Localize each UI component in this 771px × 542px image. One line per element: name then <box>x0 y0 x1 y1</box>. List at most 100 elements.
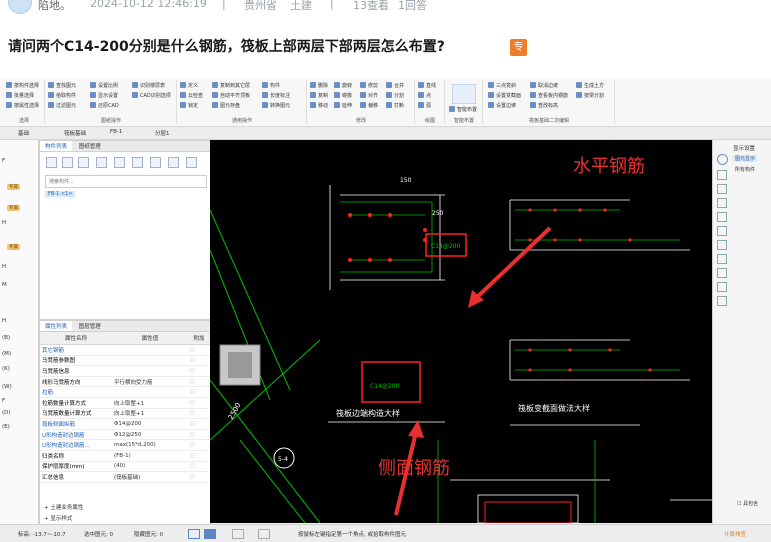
ribbon-item[interactable]: 分割 <box>386 92 404 101</box>
box-icon[interactable] <box>717 282 727 292</box>
property-row[interactable]: 线形马凳筋方向 平行横向受力筋 ○ <box>40 376 210 388</box>
snap-icon[interactable] <box>258 529 270 539</box>
ribbon-item[interactable]: 自动平齐顶板 <box>212 92 250 101</box>
property-row[interactable]: 马凳筋参数图 ○ <box>40 355 210 367</box>
nav-letter[interactable]: H <box>2 318 6 324</box>
ribbon-item[interactable]: 设置边坡 <box>488 102 516 111</box>
tab-layer-manager[interactable]: 图层管理 <box>74 321 106 331</box>
ribbon-item[interactable]: 设置变截面 <box>488 92 521 101</box>
ribbon-item[interactable]: 拾取构件 <box>48 92 76 101</box>
ribbon-item[interactable]: 合并 <box>386 82 404 91</box>
section-civil-props[interactable]: + 土建业务属性 <box>44 503 83 511</box>
property-extra-checkbox[interactable]: ○ <box>188 397 210 409</box>
property-extra-checkbox[interactable]: ○ <box>188 461 210 473</box>
box-icon[interactable] <box>717 296 727 306</box>
nav-letter[interactable]: M <box>2 282 7 288</box>
property-value[interactable] <box>112 344 188 356</box>
ribbon-item[interactable]: 批量选择 <box>6 92 34 101</box>
property-extra-checkbox[interactable]: ○ <box>188 429 210 441</box>
tab-drawing-manager[interactable]: 图纸管理 <box>74 141 106 151</box>
box-icon[interactable] <box>717 184 727 194</box>
ribbon-item[interactable]: 镜像 <box>334 92 352 101</box>
ribbon-item[interactable]: 按构件选择 <box>6 82 39 91</box>
property-extra-checkbox[interactable]: ○ <box>188 471 210 483</box>
select-mode-icon[interactable] <box>188 529 200 539</box>
tab-element-display[interactable]: 图元显示 <box>733 155 758 162</box>
include-checkbox[interactable]: ☐ 具包含 <box>737 500 758 507</box>
ribbon-item[interactable]: 设置比例 <box>90 82 118 91</box>
ribbon-item[interactable]: 定义 <box>180 82 198 91</box>
property-row[interactable]: 归类名称 (FB-1) ○ <box>40 450 210 462</box>
ribbon-item[interactable]: 按属性选择 <box>6 102 39 111</box>
ribbon-item[interactable]: 识别楼层表 <box>132 82 165 91</box>
ribbon-item[interactable]: 偏移 <box>360 102 378 111</box>
ribbon-item[interactable]: 移动 <box>310 102 328 111</box>
nav-item[interactable]: (D) <box>2 410 11 416</box>
ribbon-item[interactable]: 图元存盘 <box>212 102 240 111</box>
property-value[interactable] <box>112 365 188 377</box>
ribbon-item[interactable]: 弧 <box>418 102 431 111</box>
box-icon[interactable] <box>717 268 727 278</box>
property-row[interactable]: 马凳筋数量计算方式 向上取整+1 ○ <box>40 408 210 420</box>
property-row[interactable]: 保护层厚度(mm) (40) ○ <box>40 461 210 473</box>
box-icon[interactable] <box>717 198 727 208</box>
box-icon[interactable] <box>717 226 727 236</box>
author-name[interactable]: 陷地。 <box>38 0 71 13</box>
ribbon-item[interactable]: 复制 <box>310 92 328 101</box>
ribbon-item[interactable]: 显示设置 <box>90 92 118 101</box>
ribbon-item[interactable]: 旋转 <box>334 82 352 91</box>
tab-property-list[interactable]: 属性列表 <box>40 321 73 331</box>
property-row[interactable]: 拉筋数量计算方式 向上取整+1 ○ <box>40 397 210 409</box>
new-component-icon[interactable] <box>46 157 57 168</box>
layer-copy-icon[interactable] <box>96 157 107 168</box>
property-extra-checkbox[interactable]: ○ <box>188 439 210 451</box>
nav-item[interactable]: (B) <box>2 335 10 341</box>
ribbon-item[interactable]: 打断 <box>386 102 404 111</box>
ribbon-item[interactable]: 构件 <box>262 82 280 91</box>
breadcrumb-type[interactable]: 筏板基础 <box>64 129 86 137</box>
box-icon[interactable] <box>717 212 727 222</box>
property-value[interactable]: Φ14@200 <box>112 418 188 430</box>
property-extra-checkbox[interactable]: ○ <box>188 376 210 388</box>
property-value[interactable]: 平行横向受力筋 <box>112 376 188 388</box>
property-row[interactable]: 拉筋 ○ <box>40 386 210 398</box>
ribbon-item[interactable]: 生成土方 <box>576 82 604 91</box>
ribbon-item[interactable]: 云检查 <box>180 92 203 101</box>
all-components-item[interactable]: 所有构件 <box>735 166 755 173</box>
ribbon-item[interactable]: 转换图元 <box>262 102 290 111</box>
property-extra-checkbox[interactable]: ○ <box>188 344 210 356</box>
ribbon-item[interactable]: 直线 <box>418 82 436 91</box>
nav-item[interactable]: (E) <box>2 424 10 430</box>
ribbon-item[interactable]: 还原CAD <box>90 102 119 111</box>
box-icon[interactable] <box>717 170 727 180</box>
breadcrumb-layer[interactable]: 分层1 <box>155 129 170 137</box>
smart-layout-icon[interactable] <box>452 84 476 104</box>
nav-letter[interactable]: F <box>2 398 5 404</box>
ribbon-item[interactable]: 按梁分割 <box>576 92 604 101</box>
ribbon-item[interactable]: 查看板内钢筋 <box>530 92 568 101</box>
property-value[interactable] <box>112 386 188 398</box>
ribbon-item[interactable]: 取消边坡 <box>530 82 558 91</box>
ribbon-item[interactable]: 延伸 <box>334 102 352 111</box>
nav-letter[interactable]: H <box>2 264 6 270</box>
cad-canvas[interactable]: 5-4 2500 150 250 C14@200 C14@200 筏板边端构造大… <box>210 140 712 523</box>
list-icon[interactable] <box>150 157 161 168</box>
ribbon-item[interactable]: 智能布置 <box>449 106 477 115</box>
property-value[interactable]: Φ12@250 <box>112 429 188 441</box>
breadcrumb-floor[interactable]: 基础 <box>18 129 29 137</box>
ribbon-item[interactable]: 查找图元 <box>48 82 76 91</box>
nav-item[interactable]: (K) <box>2 366 10 372</box>
ribbon-item[interactable]: 删除 <box>310 82 328 91</box>
box-icon[interactable] <box>717 240 727 250</box>
delete-icon[interactable] <box>78 157 89 168</box>
nav-letter[interactable]: H <box>2 220 6 226</box>
property-value[interactable]: 向上取整+1 <box>112 397 188 409</box>
property-value[interactable]: 向上取整+1 <box>112 408 188 420</box>
property-extra-checkbox[interactable]: ○ <box>188 386 210 398</box>
property-extra-checkbox[interactable]: ○ <box>188 355 210 367</box>
nav-item[interactable]: (M) <box>2 351 11 357</box>
ribbon-item[interactable]: 对齐 <box>360 92 378 101</box>
property-row[interactable]: 筏板侧面纵筋 Φ14@200 ○ <box>40 418 210 430</box>
ribbon-item[interactable]: 复制到其它层 <box>212 82 250 91</box>
ribbon-item[interactable]: 三点变斜 <box>488 82 516 91</box>
